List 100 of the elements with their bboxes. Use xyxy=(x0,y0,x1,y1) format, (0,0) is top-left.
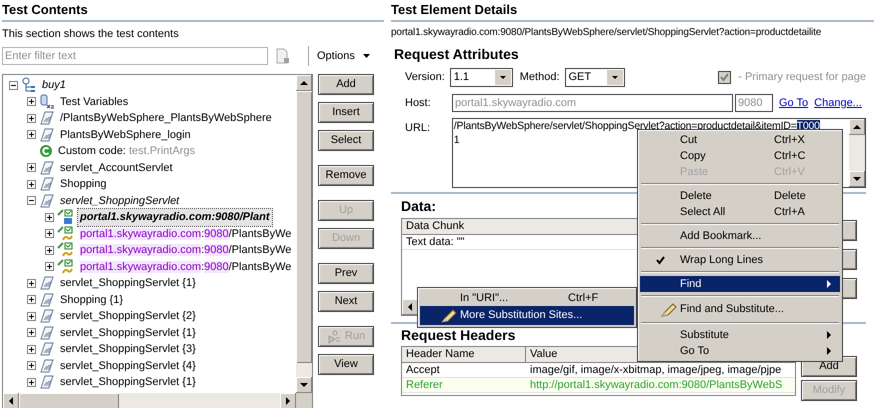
expand-icon[interactable] xyxy=(45,212,54,222)
scroll-down-button[interactable] xyxy=(296,377,312,393)
table-cell-text: image/gif, image/x-xbitmap, image/jpeg, image/pjpe xyxy=(529,363,782,377)
dropdown[interactable]: GET xyxy=(564,68,624,87)
expand-icon[interactable] xyxy=(45,246,54,255)
tree-item[interactable]: portal1.skywayradio.com:9080/Plant xyxy=(78,209,272,226)
scrollbar-corner xyxy=(296,393,312,408)
section-title: Test Element Details xyxy=(391,1,518,19)
tree-item[interactable]: PlantsByWebSphere_login xyxy=(58,126,193,143)
menu-item[interactable]: Delete Delete xyxy=(640,188,840,204)
page-icon xyxy=(39,374,55,390)
expand-icon[interactable] xyxy=(27,180,36,189)
expand-icon[interactable] xyxy=(27,361,36,370)
field-label: Host: xyxy=(405,96,432,111)
menu-item[interactable]: Select All Ctrl+A xyxy=(640,204,840,220)
expand-icon[interactable] xyxy=(27,344,36,354)
tree-item[interactable]: servlet_ShoppingServlet xyxy=(58,192,182,209)
scroll-up-button[interactable] xyxy=(849,119,865,135)
expand-icon[interactable] xyxy=(27,114,36,123)
menu-item[interactable]: Cut Ctrl+X xyxy=(640,132,840,148)
request-address: portal1.skywayradio.com:9080/PlantsByWebSphere/servlet/ShoppingServlet?action=productdetailite xyxy=(391,26,822,40)
tree-item[interactable]: servlet_ShoppingServlet {1} xyxy=(58,275,198,292)
menu-item[interactable]: Go To xyxy=(640,343,840,359)
table-cell-text: Accept xyxy=(405,363,441,377)
scroll-up-button[interactable] xyxy=(296,75,312,91)
expand-icon[interactable] xyxy=(27,378,36,387)
push-button[interactable]: Select xyxy=(318,130,374,151)
tree-item[interactable]: servlet_ShoppingServlet {1} xyxy=(58,324,198,341)
dropdown[interactable]: 1.1 xyxy=(450,68,513,87)
submenu-arrow-icon xyxy=(827,280,832,288)
push-button[interactable]: Insert xyxy=(318,102,374,123)
subsection-title: Request Attributes xyxy=(394,45,519,63)
tree-item[interactable]: servlet_ShoppingServlet {3} xyxy=(58,341,198,358)
pen-icon xyxy=(660,302,678,318)
menu-item[interactable]: Find and Substitute... xyxy=(640,300,840,319)
menu-item[interactable]: Copy Ctrl+C xyxy=(640,148,840,164)
expand-icon[interactable] xyxy=(27,312,36,321)
tree-item[interactable]: servlet_AccountServlet xyxy=(58,160,174,176)
tree-item[interactable]: Custom code: test.PrintArgs xyxy=(56,143,197,160)
field-label: Version: xyxy=(405,70,445,86)
filter-field[interactable]: Enter filter text xyxy=(2,47,268,65)
scroll-right-button[interactable] xyxy=(280,393,296,408)
menu-item[interactable]: More Substitution Sites... xyxy=(420,306,634,325)
field-label: Method: xyxy=(520,70,560,86)
tree-item[interactable]: portal1.skywayradio.com:9080/PlantsByWe xyxy=(78,226,294,242)
page-icon xyxy=(39,341,55,358)
tree-item[interactable]: servlet_ShoppingServlet {4} xyxy=(58,358,198,374)
page-icon xyxy=(39,126,55,143)
expand-icon[interactable] xyxy=(27,97,36,106)
menu-item[interactable]: In "URI"... Ctrl+F xyxy=(420,290,634,306)
tree-item[interactable]: portal1.skywayradio.com:9080/PlantsByWe xyxy=(78,242,294,258)
scroll-left-button[interactable] xyxy=(3,393,19,408)
section-description: This section shows the test contents xyxy=(2,27,179,42)
push-button[interactable]: View xyxy=(318,354,374,375)
push-button[interactable]: Add xyxy=(318,74,374,95)
link[interactable]: Go To xyxy=(779,94,808,112)
scroll-left-button[interactable] xyxy=(402,299,418,315)
clear-filter-icon[interactable] xyxy=(276,48,290,64)
variable-icon xyxy=(39,94,55,110)
collapse-icon[interactable] xyxy=(27,196,36,206)
page-icon xyxy=(39,192,55,209)
tree-item[interactable]: Shopping {1} xyxy=(58,292,126,308)
tree-item[interactable]: Shopping xyxy=(58,176,108,192)
subsection-title: Data: xyxy=(401,198,436,215)
page-icon xyxy=(39,176,55,192)
test-tree-icon xyxy=(21,77,37,94)
column-header[interactable]: Header Name xyxy=(402,347,526,362)
push-button[interactable]: Remove xyxy=(318,165,374,186)
collapse-icon[interactable] xyxy=(9,80,18,90)
tree-item[interactable]: Test Variables xyxy=(58,94,130,110)
section-title: Test Contents xyxy=(2,1,88,19)
tree-item[interactable]: portal1.skywayradio.com:9080/PlantsByWe xyxy=(78,258,294,275)
push-button[interactable]: Prev xyxy=(318,263,374,284)
scroll-down-button[interactable] xyxy=(849,171,865,187)
link[interactable]: Change... xyxy=(814,94,862,112)
expand-icon[interactable] xyxy=(45,229,54,238)
tree-item[interactable]: /PlantsByWebSphere_PlantsByWebSphere xyxy=(58,110,274,126)
expand-icon[interactable] xyxy=(27,163,36,172)
tree-item[interactable]: buy1 xyxy=(40,77,68,94)
page-icon xyxy=(39,275,55,292)
horizontal-scrollbar[interactable] xyxy=(3,393,296,408)
field-label: URL: xyxy=(405,121,432,136)
options-menu-button[interactable]: Options xyxy=(317,48,370,64)
tree-item[interactable]: servlet_ShoppingServlet {1} xyxy=(58,374,198,390)
expand-icon[interactable] xyxy=(27,130,36,140)
menu-item[interactable]: Wrap Long Lines xyxy=(640,252,840,268)
menu-item[interactable]: Substitute xyxy=(640,327,840,343)
menu-item[interactable]: Find xyxy=(640,276,840,292)
page-icon xyxy=(39,160,55,176)
page-icon xyxy=(39,308,55,324)
push-button[interactable]: Next xyxy=(318,291,374,312)
expand-icon[interactable] xyxy=(45,262,54,272)
page-icon xyxy=(39,292,55,308)
expand-icon[interactable] xyxy=(27,278,36,288)
expand-icon[interactable] xyxy=(27,328,36,338)
page-icon xyxy=(39,110,55,126)
expand-icon[interactable] xyxy=(27,295,36,304)
tree-item[interactable]: servlet_ShoppingServlet {2} xyxy=(58,308,198,324)
pen-icon xyxy=(440,308,458,324)
table-cell-text: Referer xyxy=(405,378,444,392)
